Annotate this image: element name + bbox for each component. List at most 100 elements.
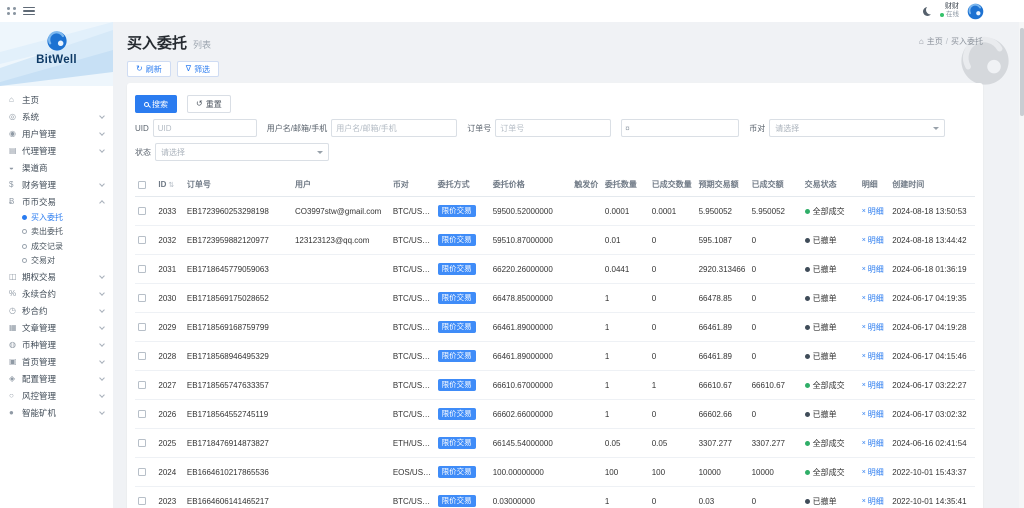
column-header[interactable]: 交易状态 xyxy=(801,173,859,197)
row-checkbox[interactable] xyxy=(138,410,146,419)
uid-input[interactable] xyxy=(152,119,257,137)
row-checkbox[interactable] xyxy=(138,236,146,245)
column-header[interactable]: ID ⇅ xyxy=(155,173,184,197)
avatar[interactable] xyxy=(967,3,984,20)
sidebar-item-config[interactable]: ◈ 配置管理 xyxy=(0,370,113,387)
row-checkbox[interactable] xyxy=(138,497,146,506)
sidebar-item-label: 首页管理 xyxy=(22,356,57,367)
filter-button[interactable]: ∇ 筛选 xyxy=(176,61,220,77)
row-checkbox[interactable] xyxy=(138,439,146,448)
column-header[interactable]: 订单号 xyxy=(183,173,292,197)
scrollbar-thumb[interactable] xyxy=(1019,28,1024,116)
sidebar-item-home[interactable]: ⌂ 主页 xyxy=(0,91,113,108)
sidebar-item-system[interactable]: ◎ 系统 xyxy=(0,108,113,125)
cell-pair: BTC/USDT xyxy=(389,225,435,255)
cell-expected-amount: 5.950052 xyxy=(695,196,749,226)
row-checkbox[interactable] xyxy=(138,468,146,477)
sidebar-item-options[interactable]: ◫ 期权交易 xyxy=(0,268,113,285)
cell-user xyxy=(291,486,390,508)
row-checkbox[interactable] xyxy=(138,207,146,216)
column-header[interactable]: 已成交数量 xyxy=(648,173,696,197)
chevron-down-icon xyxy=(99,323,105,330)
sidebar-item-channel[interactable]: ◒ 渠道商 xyxy=(0,159,113,176)
cell-expected-amount: 10000 xyxy=(695,457,749,487)
sidebar-item-agents[interactable]: ▤ 代理管理 xyxy=(0,142,113,159)
sidebar-item-risk[interactable]: ○ 风控管理 xyxy=(0,387,113,404)
row-checkbox[interactable] xyxy=(138,265,146,274)
detail-link[interactable]: × 明细 xyxy=(862,496,884,507)
detail-link[interactable]: × 明细 xyxy=(862,409,884,420)
detail-link[interactable]: × 明细 xyxy=(862,467,884,478)
breadcrumb-current: 买入委托 xyxy=(951,37,983,46)
pair-label: 币对 xyxy=(749,123,766,133)
sidebar-item-seconds[interactable]: ◷ 秒合约 xyxy=(0,302,113,319)
chevron-down-icon xyxy=(99,272,105,279)
reset-button[interactable]: ↺ 重置 xyxy=(187,95,231,113)
column-header[interactable]: 已成交额 xyxy=(748,173,802,197)
detail-link[interactable]: × 明细 xyxy=(862,293,884,304)
vertical-scrollbar[interactable] xyxy=(1019,22,1024,508)
risk-icon: ○ xyxy=(9,391,14,400)
sidebar-item-users[interactable]: ◉ 用户管理 xyxy=(0,125,113,142)
column-header[interactable]: 币对 xyxy=(389,173,435,197)
brand[interactable]: BitWell xyxy=(0,22,113,86)
detail-link[interactable]: × 明细 xyxy=(862,264,884,275)
detail-link[interactable]: × 明细 xyxy=(862,235,884,246)
chevron-down-icon xyxy=(99,306,105,313)
detail-link[interactable]: × 明细 xyxy=(862,351,884,362)
apps-icon[interactable] xyxy=(7,6,16,16)
column-header[interactable]: 委托数量 xyxy=(601,173,649,197)
chevron-down-icon xyxy=(99,408,105,415)
order-no-input[interactable] xyxy=(495,119,612,137)
sidebar-subitem-trading-pairs[interactable]: 交易对 xyxy=(0,254,113,269)
mining-icon: ● xyxy=(9,408,14,417)
cell-qty: 1 xyxy=(601,486,649,508)
column-header[interactable]: 预期交易额 xyxy=(695,173,749,197)
select-all-checkbox[interactable] xyxy=(138,180,146,189)
status-dot-icon xyxy=(804,411,810,417)
user-input[interactable] xyxy=(331,119,458,137)
sort-icon[interactable]: ⇅ xyxy=(168,182,174,189)
sidebar-item-mining[interactable]: ● 智能矿机 xyxy=(0,404,113,421)
column-header[interactable]: 委托价格 xyxy=(489,173,572,197)
user-menu[interactable]: 财财 在线 xyxy=(940,3,959,19)
column-header[interactable]: 明细 xyxy=(858,173,890,197)
row-checkbox[interactable] xyxy=(138,323,146,332)
cell-filled-qty: 0.0001 xyxy=(648,196,696,226)
sidebar-item-currencies[interactable]: ◍ 币种管理 xyxy=(0,336,113,353)
breadcrumb-home[interactable]: 主页 xyxy=(927,36,943,47)
column-header[interactable]: 触发价 xyxy=(571,173,602,197)
dark-mode-moon-icon[interactable] xyxy=(923,7,932,16)
sidebar-subitem-sell-orders[interactable]: 卖出委托 xyxy=(0,225,113,240)
system-icon: ◎ xyxy=(9,112,16,121)
row-checkbox[interactable] xyxy=(138,294,146,303)
status-dot-icon xyxy=(804,382,810,388)
cell-filled-qty: 0.05 xyxy=(648,428,696,458)
status-select[interactable]: 请选择 xyxy=(155,143,329,161)
sidebar-item-finance[interactable]: $ 财务管理 xyxy=(0,176,113,193)
detail-link[interactable]: × 明细 xyxy=(862,438,884,449)
pair-select[interactable]: 请选择 xyxy=(769,119,946,137)
column-header[interactable]: 创建时间 xyxy=(889,173,975,197)
sidebar-item-homepage[interactable]: ▣ 首页管理 xyxy=(0,353,113,370)
menu-toggle-icon[interactable] xyxy=(23,6,35,16)
sidebar-item-spot[interactable]: Ƀ 币币交易 xyxy=(0,193,113,210)
column-header[interactable]: 委托方式 xyxy=(434,173,490,197)
filter-user: 用户名/邮箱/手机 xyxy=(267,119,458,137)
coin-input[interactable] xyxy=(621,119,740,137)
sidebar-item-articles[interactable]: ▦ 文章管理 xyxy=(0,319,113,336)
detail-link[interactable]: × 明细 xyxy=(862,380,884,391)
status-badge: 已撤单 xyxy=(804,235,837,246)
cell-filled-qty: 0 xyxy=(648,312,696,342)
sidebar-item-perpetual[interactable]: % 永续合约 xyxy=(0,285,113,302)
sidebar-subitem-trade-records[interactable]: 成交记录 xyxy=(0,239,113,254)
sidebar-subitem-buy-orders[interactable]: 买入委托 xyxy=(0,210,113,225)
detail-link[interactable]: × 明细 xyxy=(862,206,884,217)
row-checkbox[interactable] xyxy=(138,352,146,361)
refresh-button[interactable]: ↻ 刷新 xyxy=(127,61,171,77)
detail-link[interactable]: × 明细 xyxy=(862,322,884,333)
row-checkbox[interactable] xyxy=(138,381,146,390)
column-header[interactable]: 用户 xyxy=(291,173,390,197)
search-button[interactable]: 搜索 xyxy=(135,95,177,113)
homepage-icon: ▣ xyxy=(9,357,17,366)
